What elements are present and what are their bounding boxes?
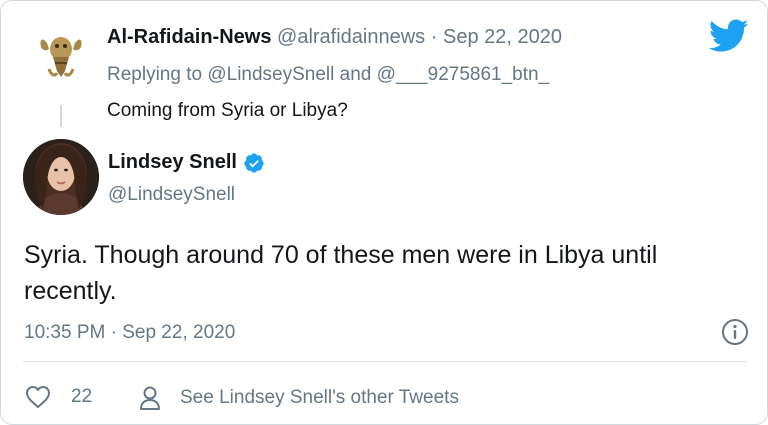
reply-author-line: Al-Rafidain-News @alrafidainnews · Sep 2…: [107, 26, 562, 49]
see-other-tweets-label: See Lindsey Snell's other Tweets: [180, 387, 459, 408]
main-author-name-line: Lindsey Snell: [108, 151, 265, 174]
reply-display-name[interactable]: Al-Rafidain-News: [107, 26, 271, 48]
tweet-time: 10:35 PM: [24, 322, 106, 343]
main-handle[interactable]: @LindseySnell: [108, 184, 235, 206]
mention-second-user[interactable]: @___9275861_btn_: [377, 64, 550, 85]
reply-tweet-text: Coming from Syria or Libya?: [107, 100, 348, 121]
heart-icon: [26, 386, 50, 408]
replying-to-line: Replying to @LindseySnell and @___927586…: [107, 64, 549, 86]
like-button[interactable]: 22: [25, 385, 92, 409]
al-rafidain-avatar[interactable]: [25, 19, 97, 91]
action-bar-divider: [23, 361, 747, 362]
reply-handle[interactable]: @alrafidainnews: [277, 26, 425, 48]
person-icon: [140, 386, 160, 410]
lindsey-snell-avatar[interactable]: [23, 139, 99, 215]
info-icon[interactable]: [721, 318, 749, 346]
reply-meta-separator: ·: [430, 26, 438, 48]
timestamp-separator: ·: [110, 322, 117, 343]
mention-lindseysnell[interactable]: @LindseySnell: [207, 64, 334, 85]
tweet-date: Sep 22, 2020: [122, 322, 236, 343]
embedded-tweet-card: Al-Rafidain-News @alrafidainnews · Sep 2…: [0, 0, 768, 425]
main-display-name[interactable]: Lindsey Snell: [108, 151, 237, 174]
twitter-bird-icon[interactable]: [708, 19, 749, 53]
replying-prefix: Replying to: [107, 64, 203, 85]
verified-badge-icon: [244, 152, 264, 173]
like-count: 22: [71, 386, 93, 407]
see-other-tweets-link[interactable]: See Lindsey Snell's other Tweets: [138, 385, 459, 411]
thread-connector-line: [60, 105, 62, 127]
replying-and: and: [339, 64, 372, 85]
main-tweet-text: Syria. Though around 70 of these men wer…: [24, 241, 658, 305]
reply-date[interactable]: Sep 22, 2020: [443, 26, 562, 48]
tweet-timestamp[interactable]: 10:35 PM · Sep 22, 2020: [24, 322, 235, 344]
